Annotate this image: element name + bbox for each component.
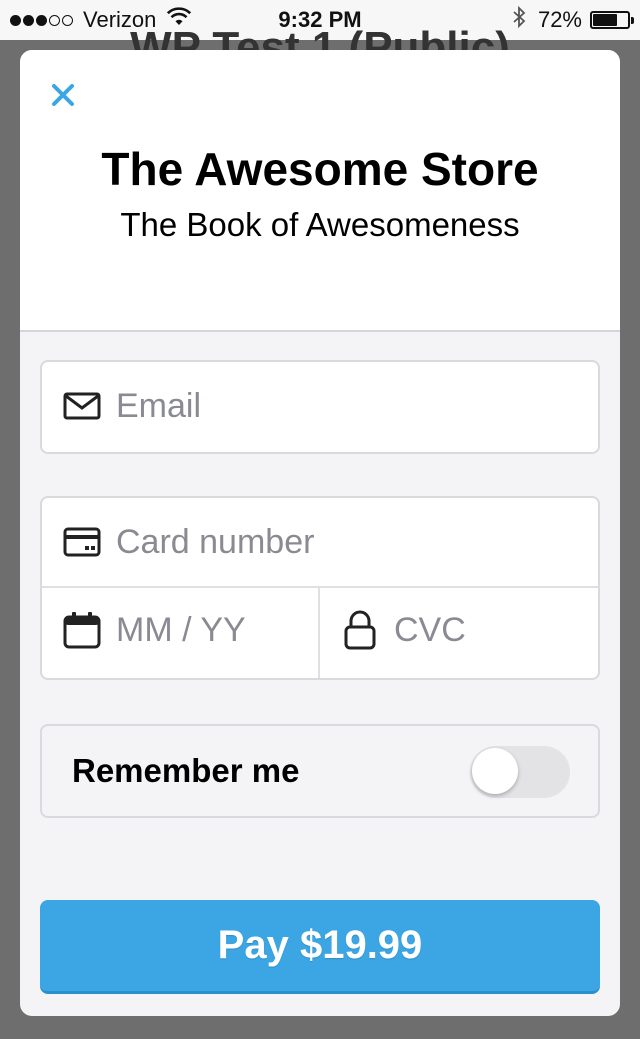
background-page-title: WP Test 1 (Public) bbox=[130, 23, 510, 52]
card-number-input[interactable] bbox=[116, 522, 476, 562]
email-field-container bbox=[40, 360, 600, 454]
credit-card-icon bbox=[62, 522, 102, 562]
cvc-field bbox=[340, 610, 594, 650]
card-details-container bbox=[40, 496, 600, 680]
close-button[interactable] bbox=[48, 80, 78, 110]
pay-button[interactable]: Pay $19.99 bbox=[40, 900, 600, 994]
expiry-cvc-divider bbox=[318, 588, 320, 678]
expiry-input[interactable] bbox=[116, 610, 316, 650]
store-name: The Awesome Store bbox=[101, 143, 539, 195]
expiry-field bbox=[62, 610, 316, 650]
cvc-input[interactable] bbox=[394, 610, 594, 650]
card-number-row bbox=[42, 498, 598, 588]
remember-me-row: Remember me bbox=[40, 724, 600, 818]
lock-icon bbox=[340, 610, 380, 650]
product-name: The Book of Awesomeness bbox=[120, 206, 520, 243]
remember-me-label: Remember me bbox=[72, 752, 300, 789]
checkout-modal: The Awesome Store The Book of Awesomenes… bbox=[20, 50, 620, 1016]
toggle-knob bbox=[472, 748, 518, 794]
card-expiry-cvc-row bbox=[42, 588, 598, 678]
card-number-field bbox=[62, 522, 476, 562]
email-input[interactable] bbox=[116, 386, 476, 426]
close-icon bbox=[52, 84, 74, 106]
calendar-icon bbox=[62, 610, 102, 650]
envelope-icon bbox=[62, 386, 102, 426]
checkout-header: The Awesome Store The Book of Awesomenes… bbox=[20, 50, 620, 332]
email-field bbox=[62, 386, 476, 426]
remember-me-toggle[interactable] bbox=[470, 746, 570, 798]
